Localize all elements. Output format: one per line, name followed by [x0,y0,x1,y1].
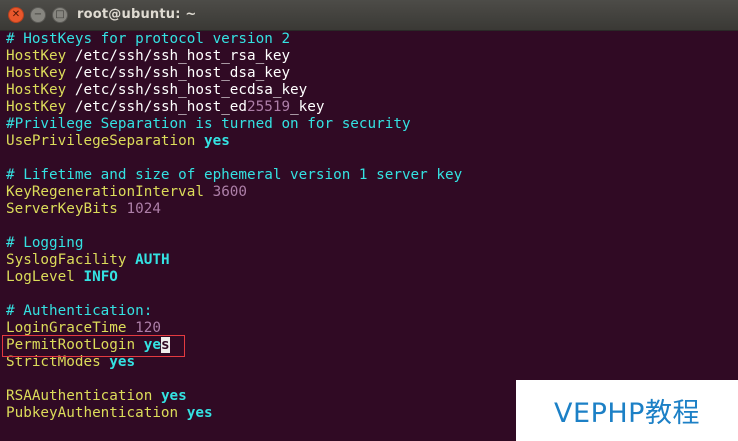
terminal-text-segment: _key [290,99,325,115]
terminal-line: # HostKeys for protocol version 2 [6,31,738,48]
watermark-text: VEPHP教程 [554,398,700,429]
terminal-line: LogLevel INFO [6,269,738,286]
highlight-annotation-box [2,335,185,357]
terminal-text-segment: /etc/ssh/ssh_host_ed [66,99,248,115]
minimize-icon[interactable]: − [30,7,46,23]
terminal-line: SyslogFacility AUTH [6,252,738,269]
terminal-text-segment: # Logging [6,235,84,251]
terminal-text-segment: AUTH [135,252,170,268]
terminal-text-segment: # Lifetime and size of ephemeral version… [6,167,463,183]
terminal-text-segment: yes [203,133,230,149]
terminal-text-segment: HostKey [6,99,67,115]
terminal-text-segment: INFO [83,269,118,285]
terminal-line: #Privilege Separation is turned on for s… [6,116,738,133]
terminal-text-segment: ServerKeyBits [6,201,118,217]
terminal-text-segment: # HostKeys for protocol version 2 [6,31,291,47]
terminal-text-segment: yes [186,405,213,421]
terminal-line: HostKey /etc/ssh/ssh_host_ed25519_key [6,99,738,116]
window-title: root@ubuntu: ~ [77,7,197,22]
close-icon[interactable]: ✕ [8,7,24,23]
terminal-line: # Logging [6,235,738,252]
terminal-text-segment: # Authentication: [6,303,153,319]
terminal-text-segment: 1024 [126,201,161,217]
terminal-text-segment: #Privilege Separation is turned on for s… [6,116,411,132]
terminal-line: UsePrivilegeSeparation yes [6,133,738,150]
terminal-text-segment: 25519 [247,99,291,115]
terminal-text-segment: /etc/ssh/ssh_host_dsa_key [66,65,291,81]
terminal-text-segment: HostKey [6,82,67,98]
window-titlebar[interactable]: ✕ − □ root@ubuntu: ~ [0,0,738,31]
terminal-line: ServerKeyBits 1024 [6,201,738,218]
terminal-line: # Lifetime and size of ephemeral version… [6,167,738,184]
terminal-text-segment: RSAAuthentication [6,388,153,404]
terminal-text-segment: UsePrivilegeSeparation [6,133,196,149]
terminal-line: HostKey /etc/ssh/ssh_host_dsa_key [6,65,738,82]
watermark-logo: VEPHP教程 [516,380,738,441]
terminal-text-segment: /etc/ssh/ssh_host_ecdsa_key [66,82,308,98]
terminal-text-segment: PubkeyAuthentication [6,405,179,421]
terminal-text-segment: 120 [135,320,161,336]
terminal-text-segment: HostKey [6,65,67,81]
maximize-icon[interactable]: □ [52,7,68,23]
terminal-text-segment: yes [160,388,187,404]
terminal-text-segment: HostKey [6,48,67,64]
terminal-text-segment: LoginGraceTime [6,320,127,336]
terminal-line: HostKey /etc/ssh/ssh_host_rsa_key [6,48,738,65]
terminal-line: HostKey /etc/ssh/ssh_host_ecdsa_key [6,82,738,99]
terminal-text-segment: KeyRegenerationInterval [6,184,204,200]
terminal-text-segment: /etc/ssh/ssh_host_rsa_key [66,48,291,64]
terminal-line: # Authentication: [6,303,738,320]
terminal-text-segment: SyslogFacility [6,252,127,268]
terminal-line: KeyRegenerationInterval 3600 [6,184,738,201]
terminal-text-segment: 3600 [212,184,248,200]
terminal-text-segment: LogLevel [6,269,75,285]
